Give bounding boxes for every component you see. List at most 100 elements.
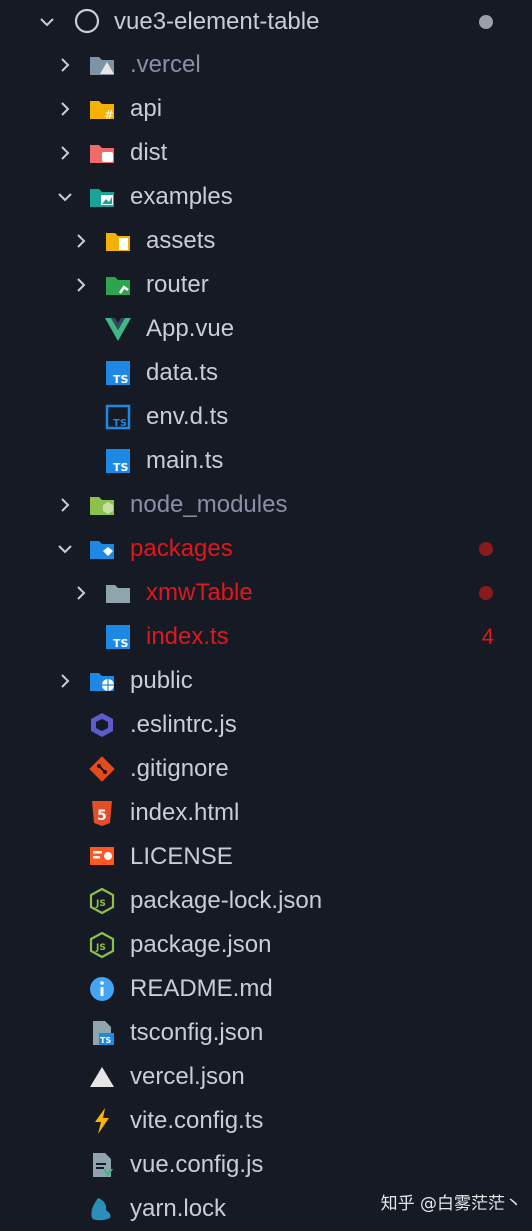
item-label: packages: [130, 535, 233, 562]
item-label: LICENSE: [130, 843, 233, 870]
dist-folder-icon: [88, 139, 116, 167]
folder-item[interactable]: .vercel: [0, 43, 532, 87]
svg-text:#: #: [104, 108, 114, 122]
svg-text:JS: JS: [95, 943, 106, 953]
folder-item[interactable]: public: [0, 659, 532, 703]
item-label: public: [130, 667, 193, 694]
folder-item[interactable]: # api: [0, 87, 532, 131]
chevron-right-icon: [77, 586, 86, 600]
item-label: node_modules: [130, 491, 288, 518]
item-label: dist: [130, 139, 168, 166]
file-item[interactable]: vue.config.js: [0, 1143, 532, 1187]
chevron-right-icon: [61, 58, 70, 72]
svg-text:5: 5: [97, 808, 107, 824]
file-item[interactable]: TS tsconfig.json: [0, 1011, 532, 1055]
vue-icon: [104, 315, 132, 343]
chevron-right-icon: [77, 278, 86, 292]
git-icon: [88, 755, 116, 783]
watermark: 知乎 @白雾茫茫丶: [380, 1194, 522, 1214]
item-label: env.d.ts: [146, 403, 229, 430]
item-label: router: [146, 271, 209, 298]
item-label: api: [130, 95, 163, 122]
folder-item[interactable]: dist: [0, 131, 532, 175]
file-item[interactable]: JS package.json: [0, 923, 532, 967]
file-item[interactable]: .gitignore: [0, 747, 532, 791]
item-label: examples: [130, 183, 233, 210]
vite-icon: [88, 1107, 116, 1135]
vercel-folder-icon: [88, 51, 116, 79]
item-label: data.ts: [146, 359, 219, 386]
folder-item[interactable]: examples: [0, 175, 532, 219]
chevron-right-icon: [61, 146, 70, 160]
typescript-def-icon: TS: [104, 403, 132, 431]
public-folder-icon: [88, 667, 116, 695]
item-label: main.ts: [146, 447, 224, 474]
node-modules-folder-icon: [88, 491, 116, 519]
typescript-icon: TS: [104, 359, 132, 387]
root-label: vue3-element-table: [114, 8, 320, 35]
html5-icon: 5: [88, 799, 116, 827]
folder-item[interactable]: router: [0, 263, 532, 307]
item-label: assets: [146, 227, 216, 254]
svg-text:TS: TS: [100, 1036, 111, 1045]
folder-item[interactable]: packages: [0, 527, 532, 571]
file-item[interactable]: TS data.ts: [0, 351, 532, 395]
svg-text:JS: JS: [95, 899, 106, 909]
svg-text:TS: TS: [113, 461, 129, 474]
file-item[interactable]: TS main.ts: [0, 439, 532, 483]
item-label: vite.config.ts: [130, 1107, 264, 1134]
info-icon: [88, 975, 116, 1003]
problem-count-badge: 4: [481, 624, 494, 649]
nodejs-icon: JS: [88, 931, 116, 959]
file-item[interactable]: App.vue: [0, 307, 532, 351]
chevron-down-icon: [58, 545, 72, 554]
file-item[interactable]: LICENSE: [0, 835, 532, 879]
chevron-right-icon: [77, 234, 86, 248]
file-item[interactable]: vercel.json: [0, 1055, 532, 1099]
packages-folder-icon: [88, 535, 116, 563]
vue-config-icon: [88, 1151, 116, 1179]
typescript-icon: TS: [104, 447, 132, 475]
file-item[interactable]: README.md: [0, 967, 532, 1011]
folder-item[interactable]: assets: [0, 219, 532, 263]
item-label: yarn.lock: [130, 1195, 227, 1222]
examples-folder-icon: [88, 183, 116, 211]
chevron-down-icon: [40, 18, 54, 27]
item-label: package.json: [130, 931, 272, 958]
folder-item[interactable]: node_modules: [0, 483, 532, 527]
typescript-icon: TS: [104, 623, 132, 651]
item-label: xmwTable: [146, 579, 253, 606]
file-item[interactable]: TS env.d.ts: [0, 395, 532, 439]
file-item[interactable]: vite.config.ts: [0, 1099, 532, 1143]
folder-icon: [104, 579, 132, 607]
unsaved-dot: [479, 15, 493, 29]
vercel-icon: [88, 1063, 116, 1091]
chevron-right-icon: [61, 498, 70, 512]
svg-text:TS: TS: [113, 637, 129, 650]
api-folder-icon: #: [88, 95, 116, 123]
explorer-root[interactable]: vue3-element-table: [0, 0, 532, 44]
license-icon: [88, 843, 116, 871]
error-dot: [479, 542, 493, 556]
chevron-right-icon: [61, 674, 70, 688]
file-item[interactable]: JS package-lock.json: [0, 879, 532, 923]
file-item[interactable]: TS index.ts 4: [0, 615, 532, 659]
item-label: vue.config.js: [130, 1151, 264, 1178]
item-label: vercel.json: [130, 1063, 245, 1090]
router-folder-icon: [104, 271, 132, 299]
error-dot: [479, 586, 493, 600]
assets-folder-icon: [104, 227, 132, 255]
file-item[interactable]: .eslintrc.js: [0, 703, 532, 747]
folder-item[interactable]: xmwTable: [0, 571, 532, 615]
svg-text:TS: TS: [113, 418, 127, 429]
file-explorer-tree: vue3-element-table .vercel # api dist exampl…: [0, 0, 532, 1224]
item-label: .eslintrc.js: [130, 711, 237, 738]
item-label: index.html: [130, 799, 240, 826]
yarn-icon: [88, 1195, 116, 1223]
chevron-down-icon: [58, 193, 72, 202]
item-label: tsconfig.json: [130, 1019, 264, 1046]
item-label: .vercel: [130, 51, 201, 78]
file-item[interactable]: 5 index.html: [0, 791, 532, 835]
nodejs-icon: JS: [88, 887, 116, 915]
item-label: README.md: [130, 975, 273, 1002]
